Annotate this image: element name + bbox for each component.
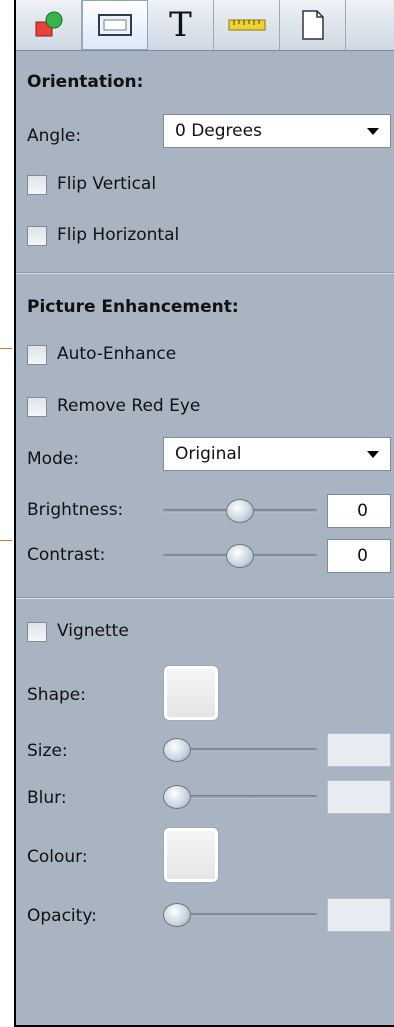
page-icon [301, 10, 324, 40]
remove-red-eye-label: Remove Red Eye [57, 396, 201, 416]
opacity-slider[interactable] [163, 903, 317, 927]
slider-thumb[interactable] [226, 499, 254, 523]
ruler-icon [228, 19, 265, 31]
brightness-input[interactable]: 0 [327, 494, 391, 528]
size-input[interactable] [327, 733, 391, 767]
opacity-input[interactable] [327, 898, 391, 932]
colour-label: Colour: [27, 847, 88, 867]
slider-thumb[interactable] [226, 544, 254, 568]
angle-label: Angle: [27, 126, 82, 146]
contrast-slider[interactable] [163, 544, 317, 568]
divider [16, 272, 394, 274]
tab-ruler[interactable] [214, 0, 280, 50]
orientation-title: Orientation: [27, 72, 144, 92]
slider-thumb[interactable] [163, 903, 191, 927]
vignette-checkbox[interactable] [27, 622, 47, 642]
opacity-label: Opacity: [27, 906, 97, 926]
divider [16, 597, 394, 599]
mode-dropdown[interactable]: Original [163, 437, 391, 471]
contrast-label: Contrast: [27, 545, 106, 565]
blur-slider[interactable] [163, 785, 317, 809]
auto-enhance-label: Auto-Enhance [57, 344, 177, 364]
properties-panel: T Orientation: Angle: 0 Degrees Flip Ver… [14, 0, 394, 1027]
remove-red-eye-checkbox[interactable] [27, 397, 47, 417]
flip-vertical-label: Flip Vertical [57, 174, 157, 194]
edge-marker-bottom [0, 540, 12, 543]
flip-vertical-checkbox[interactable] [27, 175, 47, 195]
slider-thumb[interactable] [163, 785, 191, 809]
auto-enhance-checkbox[interactable] [27, 345, 47, 365]
colour-swatch[interactable] [163, 827, 219, 883]
angle-value: 0 Degrees [175, 121, 262, 141]
tab-page[interactable] [280, 0, 346, 50]
angle-dropdown[interactable]: 0 Degrees [163, 114, 391, 148]
chevron-down-icon [367, 128, 379, 135]
frame-icon [98, 14, 132, 36]
size-slider[interactable] [163, 738, 317, 762]
mode-value: Original [175, 444, 242, 464]
size-label: Size: [27, 741, 68, 761]
brightness-label: Brightness: [27, 500, 124, 520]
tab-bar: T [16, 0, 394, 51]
contrast-input[interactable]: 0 [327, 539, 391, 573]
blur-label: Blur: [27, 788, 67, 808]
shape-label: Shape: [27, 685, 86, 705]
shape-swatch[interactable] [163, 665, 219, 721]
shapes-icon [35, 11, 62, 37]
edge-marker-top [0, 348, 12, 351]
brightness-slider[interactable] [163, 499, 317, 523]
tab-text[interactable]: T [148, 0, 214, 50]
tab-frame[interactable] [82, 0, 148, 50]
chevron-down-icon [367, 451, 379, 458]
flip-horizontal-checkbox[interactable] [27, 226, 47, 246]
vignette-label: Vignette [57, 621, 129, 641]
blur-input[interactable] [327, 780, 391, 814]
picture-enhancement-title: Picture Enhancement: [27, 297, 239, 317]
flip-horizontal-label: Flip Horizontal [57, 225, 180, 245]
mode-label: Mode: [27, 449, 80, 469]
text-icon: T [169, 5, 192, 45]
tab-shapes[interactable] [16, 0, 82, 50]
slider-thumb[interactable] [163, 738, 191, 762]
